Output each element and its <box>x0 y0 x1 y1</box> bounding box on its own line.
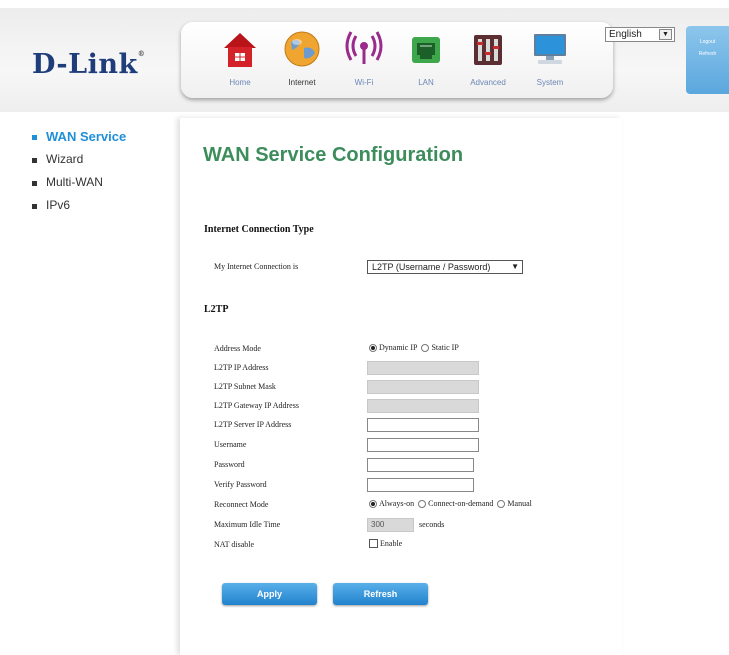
nav-system-label: System <box>536 78 564 87</box>
chevron-down-icon: ▼ <box>511 262 519 271</box>
verify-password-field[interactable] <box>367 478 474 492</box>
top-nav: Home Internet Wi-Fi LAN Advanced System <box>181 22 613 98</box>
system-icon <box>534 34 566 64</box>
dlink-logo: D-Link® <box>32 49 146 80</box>
l2tp-mask-label: L2TP Subnet Mask <box>214 382 276 391</box>
password-field[interactable] <box>367 458 474 472</box>
globe-icon <box>284 31 320 67</box>
verify-password-label: Verify Password <box>214 480 267 489</box>
bullet-icon <box>32 204 37 209</box>
bullet-icon <box>32 135 37 140</box>
home-icon <box>224 33 256 67</box>
connect-on-demand-label: Connect-on-demand <box>428 499 494 508</box>
always-on-label: Always-on <box>379 499 415 508</box>
l2tp-server-field[interactable] <box>367 418 479 432</box>
connection-type-heading: Internet Connection Type <box>204 224 314 235</box>
idle-time-label: Maximum Idle Time <box>214 520 281 529</box>
address-mode-options: Dynamic IP Static IP <box>369 343 459 352</box>
l2tp-mask-field[interactable] <box>367 380 479 394</box>
menu-item-ipv6[interactable]: IPv6 <box>32 198 126 221</box>
menu-item-label: WAN Service <box>46 129 127 144</box>
nav-wifi[interactable]: Wi-Fi <box>335 28 393 96</box>
menu-item-wan-service[interactable]: WAN Service <box>32 129 126 152</box>
chevron-down-icon: ▼ <box>659 29 672 40</box>
nav-home-label: Home <box>229 78 251 87</box>
username-field[interactable] <box>367 438 479 452</box>
language-select[interactable]: English ▼ <box>605 27 675 42</box>
l2tp-gateway-field[interactable] <box>367 399 479 413</box>
l2tp-server-label: L2TP Server IP Address <box>214 420 292 429</box>
always-on-radio[interactable] <box>369 499 377 508</box>
menu-item-wizard[interactable]: Wizard <box>32 152 126 175</box>
logout-link[interactable]: Logout <box>686 39 729 45</box>
header-bar: D-Link® Home Internet Wi-Fi LAN Advanced… <box>0 8 729 112</box>
static-ip-radio[interactable] <box>421 343 430 352</box>
idle-time-unit: seconds <box>419 520 445 529</box>
nat-enable-checkbox[interactable] <box>369 539 378 548</box>
page-title: WAN Service Configuration <box>203 144 464 166</box>
dynamic-ip-radio[interactable] <box>369 343 377 352</box>
wifi-icon <box>345 31 383 64</box>
nat-disable-label: NAT disable <box>214 540 255 549</box>
apply-button[interactable]: Apply <box>222 583 317 605</box>
bullet-icon <box>32 181 37 186</box>
connect-on-demand-radio[interactable] <box>418 499 427 508</box>
l2tp-gateway-label: L2TP Gateway IP Address <box>214 401 299 410</box>
nat-disable-option: Enable <box>369 539 402 548</box>
nav-home[interactable]: Home <box>211 28 269 96</box>
connection-type-value: L2TP (Username / Password) <box>372 262 491 272</box>
l2tp-ip-field[interactable] <box>367 361 479 375</box>
advanced-icon <box>474 35 502 65</box>
dynamic-ip-label: Dynamic IP <box>379 343 418 352</box>
nat-enable-label: Enable <box>380 539 403 548</box>
nav-advanced[interactable]: Advanced <box>459 28 517 96</box>
password-label: Password <box>214 460 245 469</box>
nav-lan[interactable]: LAN <box>397 28 455 96</box>
language-value: English <box>609 29 642 40</box>
menu-item-label: Wizard <box>46 152 84 166</box>
nav-advanced-label: Advanced <box>470 78 506 87</box>
idle-time-field[interactable]: 300 <box>367 518 414 532</box>
l2tp-heading: L2TP <box>204 304 229 315</box>
menu-item-multi-wan[interactable]: Multi-WAN <box>32 175 126 198</box>
l2tp-ip-label: L2TP IP Address <box>214 363 269 372</box>
side-menu: WAN Service Wizard Multi-WAN IPv6 <box>32 129 126 221</box>
manual-radio[interactable] <box>497 499 506 508</box>
manual-label: Manual <box>507 499 532 508</box>
nav-wifi-label: Wi-Fi <box>354 78 374 87</box>
nav-lan-label: LAN <box>418 78 434 87</box>
static-ip-label: Static IP <box>431 343 459 352</box>
address-mode-label: Address Mode <box>214 344 261 353</box>
refresh-link[interactable]: Refresh <box>686 51 729 57</box>
refresh-button[interactable]: Refresh <box>333 583 428 605</box>
nav-system[interactable]: System <box>521 28 579 96</box>
session-panel: Logout Refresh <box>686 26 729 94</box>
username-label: Username <box>214 440 247 449</box>
connection-label: My Internet Connection is <box>214 262 299 271</box>
menu-item-label: IPv6 <box>46 198 71 212</box>
lan-icon <box>412 37 440 63</box>
nav-internet-label: Internet <box>288 78 316 87</box>
bullet-icon <box>32 158 37 163</box>
reconnect-mode-options: Always-on Connect-on-demand Manual <box>369 499 532 508</box>
connection-type-select[interactable]: L2TP (Username / Password) ▼ <box>367 260 523 274</box>
nav-internet[interactable]: Internet <box>273 28 331 96</box>
menu-item-label: Multi-WAN <box>46 175 103 189</box>
reconnect-mode-label: Reconnect Mode <box>214 500 269 509</box>
